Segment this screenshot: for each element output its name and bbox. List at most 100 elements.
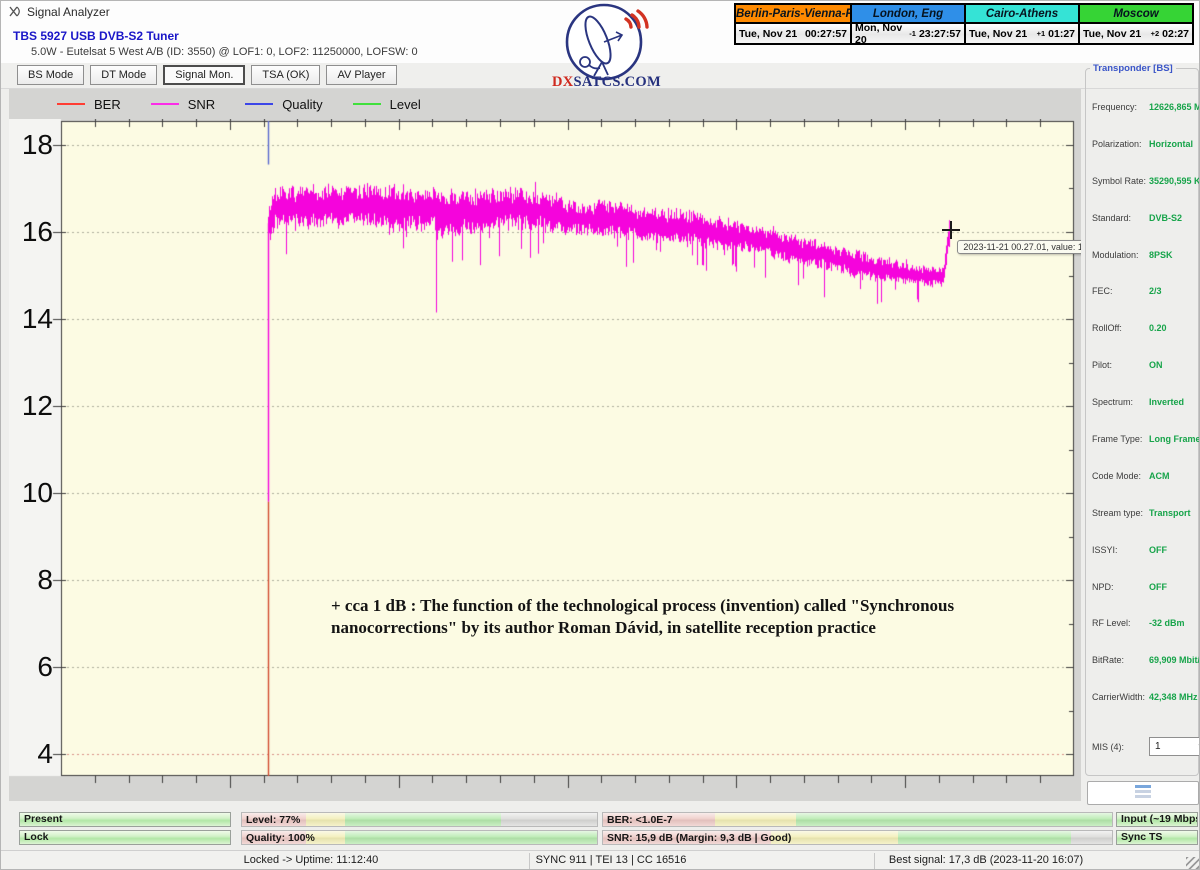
clock-utc-offset: +2 (1151, 29, 1160, 38)
ber-meter: BER: <1.0E-7 (602, 812, 1113, 827)
transponder-row-value: 2/3 (1149, 286, 1162, 296)
transponder-row: Pilot: ON (1092, 360, 1198, 397)
legend-item: SNR (151, 97, 215, 112)
legend-line-swatch (353, 103, 381, 105)
transponder-row: Standard: DVB-S2 (1092, 213, 1198, 250)
mis-dropdown[interactable]: 1 ▾ (1149, 737, 1200, 756)
tuner-subtitle: 5.0W - Eutelsat 5 West A/B (ID: 3550) @ … (31, 46, 418, 58)
clock-time-row: Tue, Nov 21 +1 01:27 (966, 24, 1078, 43)
transponder-row-label: Code Mode: (1092, 471, 1149, 481)
lock-indicator: Lock (19, 830, 231, 845)
mis-label: MIS (4): (1092, 742, 1149, 752)
transponder-row-label: Spectrum: (1092, 397, 1149, 407)
snr-meter-label: SNR: 15,9 dB (Margin: 9,3 dB | Good) (607, 831, 791, 845)
transponder-row-label: ISSYI: (1092, 545, 1149, 555)
signal-monitor-chart: BER SNR Quality Level 1816141210864 + cc… (9, 89, 1081, 801)
transponder-row: FEC: 2/3 (1092, 286, 1198, 323)
transponder-row-label: Frequency: (1092, 102, 1149, 112)
transponder-row-label: Stream type: (1092, 508, 1149, 518)
transponder-row-value: OFF (1149, 582, 1167, 592)
mode-tab[interactable]: Signal Mon. (163, 65, 245, 85)
dxsatcs-logo: DXSATCS.COM (552, 2, 656, 96)
signal-analyzer-window: Signal Analyzer TBS 5927 USB DVB-S2 Tune… (0, 0, 1200, 870)
transponder-row-label: BitRate: (1092, 655, 1149, 665)
y-axis-label: 10 (15, 475, 53, 511)
transponder-row: Stream type: Transport (1092, 508, 1198, 545)
transponder-row: Spectrum: Inverted (1092, 397, 1198, 434)
transponder-row-value: 35290,595 KS/s (1149, 176, 1200, 186)
transponder-row: Modulation: 8PSK (1092, 250, 1198, 287)
level-meter: Level: 77% (241, 812, 598, 827)
y-axis-label: 14 (15, 301, 53, 337)
world-clocks-panel: Berlin-Paris-Vienna-Roma Tue, Nov 21 00:… (734, 3, 1194, 45)
clock-date: Tue, Nov 21 (739, 28, 797, 40)
transponder-row: Frame Type: Long Frame (1092, 434, 1198, 471)
y-axis-label: 16 (15, 214, 53, 250)
clock-date: Tue, Nov 21 (969, 28, 1027, 40)
mode-tab[interactable]: TSA (OK) (251, 65, 320, 85)
transponder-row-value: Long Frame (1149, 434, 1200, 444)
transponder-row-value: Inverted (1149, 397, 1184, 407)
transponder-panel-title: Transponder [BS] (1090, 63, 1176, 74)
signal-plot[interactable] (9, 119, 1081, 801)
uptime-status: Locked -> Uptime: 11:12:40 (111, 854, 511, 866)
transponder-row: RF Level: -32 dBm (1092, 618, 1198, 655)
stream-list-icon (1135, 785, 1151, 801)
transponder-row: Frequency: 12626,865 MHz (1092, 102, 1198, 139)
sync-error-status: SYNC 911 | TEI 13 | CC 16516 (461, 854, 761, 866)
y-axis-label: 8 (15, 562, 53, 598)
transponder-row-label: Symbol Rate: (1092, 176, 1149, 186)
quality-meter-label: Quality: 100% (246, 831, 315, 845)
mode-tab[interactable]: DT Mode (90, 65, 157, 85)
input-rate-indicator: Input (~19 Mbps) (1116, 812, 1198, 827)
clock-time: 23:27:57 (919, 28, 961, 40)
transponder-row-label: FEC: (1092, 286, 1149, 296)
clock-city-label: Moscow (1080, 5, 1192, 24)
clock-time-row: Tue, Nov 21 00:27:57 (736, 24, 850, 43)
transponder-row-value: ACM (1149, 471, 1170, 481)
legend-line-swatch (57, 103, 85, 105)
transponder-row-label: RollOff: (1092, 323, 1149, 333)
clock-time-row: Mon, Nov 20 -1 23:27:57 (852, 24, 964, 43)
clock-time: 01:27 (1048, 28, 1075, 40)
level-meter-label: Level: 77% (246, 813, 300, 827)
transponder-row-value: OFF (1149, 545, 1167, 555)
transponder-row: NPD: OFF (1092, 582, 1198, 619)
mode-tab[interactable]: AV Player (326, 65, 396, 85)
stream-list-button[interactable] (1087, 781, 1199, 805)
crosshair-cursor (950, 221, 952, 239)
transponder-row-value: -32 dBm (1149, 618, 1185, 628)
window-title: Signal Analyzer (27, 5, 110, 19)
cursor-tooltip: 2023-11-21 00.27.01, value: 16 (957, 240, 1081, 254)
mode-tab[interactable]: BS Mode (17, 65, 84, 85)
resize-grip[interactable] (1186, 857, 1199, 870)
transponder-row-label: Modulation: (1092, 250, 1149, 260)
transponder-row-label: Polarization: (1092, 139, 1149, 149)
transponder-row: ISSYI: OFF (1092, 545, 1198, 582)
transponder-row: Polarization: Horizontal (1092, 139, 1198, 176)
clock-city-label: Cairo-Athens (966, 5, 1078, 24)
legend-label: Level (390, 97, 421, 112)
clock-cell: Moscow Tue, Nov 21 +2 02:27 (1078, 5, 1192, 43)
chart-legend: BER SNR Quality Level (9, 89, 1081, 119)
legend-line-swatch (151, 103, 179, 105)
legend-item: Quality (245, 97, 322, 112)
satellite-dish-icon (8, 5, 22, 19)
clock-cell: London, Eng Mon, Nov 20 -1 23:27:57 (850, 5, 964, 43)
ber-meter-label: BER: <1.0E-7 (607, 813, 673, 827)
tuner-title: TBS 5927 USB DVB-S2 Tuner (13, 29, 179, 43)
transponder-row-value: ON (1149, 360, 1163, 370)
clock-utc-offset: +1 (1037, 29, 1046, 38)
y-axis-label: 4 (15, 736, 53, 772)
dxsatcs-logo-text: DXSATCS.COM (552, 74, 656, 91)
snr-meter: SNR: 15,9 dB (Margin: 9,3 dB | Good) (602, 830, 1113, 845)
transponder-row: Symbol Rate: 35290,595 KS/s (1092, 176, 1198, 213)
transponder-row-label: CarrierWidth: (1092, 692, 1149, 702)
legend-item: Level (353, 97, 421, 112)
clock-cell: Cairo-Athens Tue, Nov 21 +1 01:27 (964, 5, 1078, 43)
y-axis-label: 6 (15, 649, 53, 685)
legend-label: Quality (282, 97, 322, 112)
clock-time: 02:27 (1162, 28, 1189, 40)
clock-date: Mon, Nov 20 (855, 22, 909, 46)
transponder-row-label: Pilot: (1092, 360, 1149, 370)
